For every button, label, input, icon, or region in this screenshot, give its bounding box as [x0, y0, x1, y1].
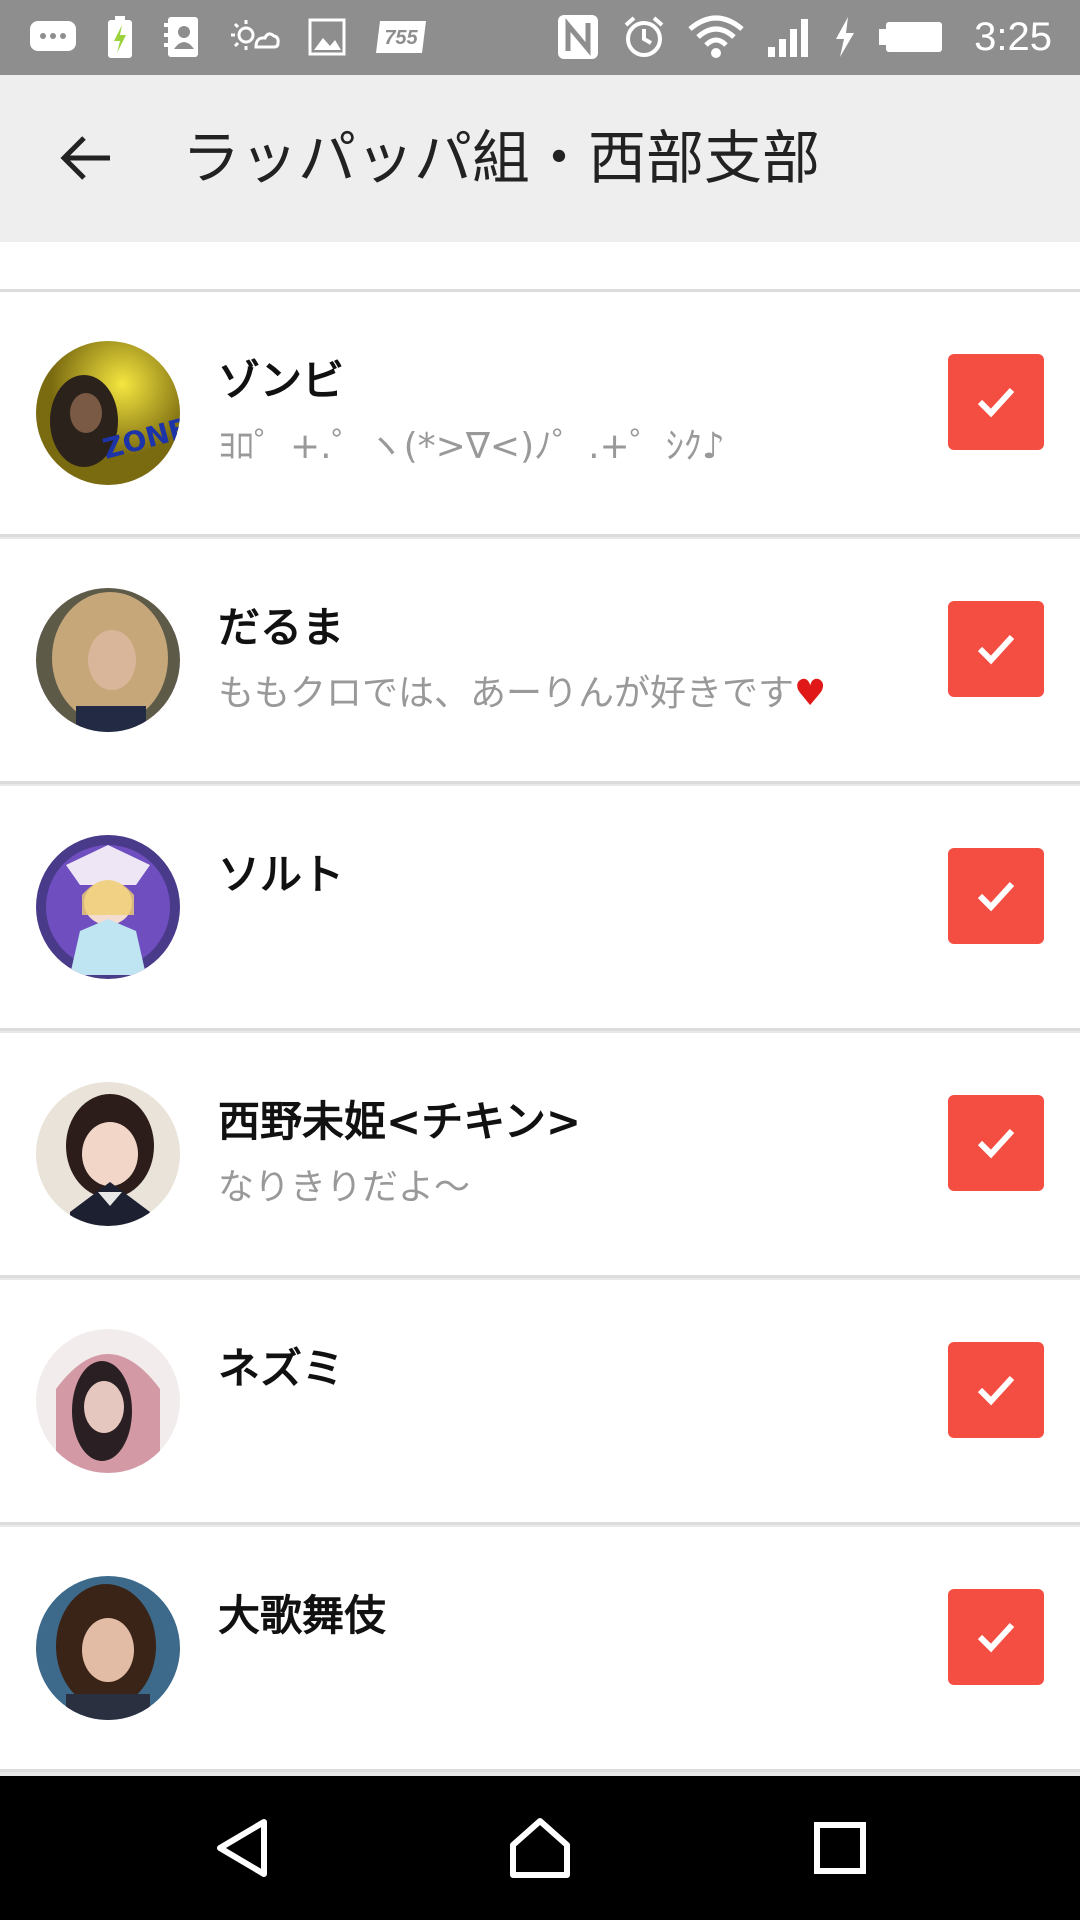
member-checkbox[interactable] [948, 1342, 1044, 1438]
member-checkbox[interactable] [948, 1095, 1044, 1191]
avatar: ZONBI [36, 341, 180, 485]
avatar [36, 1329, 180, 1473]
member-status: なりきりだよ〜 [218, 1167, 471, 1208]
contacts-icon [162, 15, 202, 59]
nfc-icon [556, 13, 600, 61]
member-name: ゾンビ [218, 356, 345, 405]
message-icon [28, 17, 78, 57]
check-icon [977, 881, 1015, 912]
battery-saver-icon [106, 15, 134, 59]
nav-back-button[interactable] [206, 1812, 278, 1884]
member-status: ﾖﾛ゜+.゜ヽ(*>∇<)ﾉ゜.+゜ｼｸ♪ [218, 426, 725, 467]
arrow-left-icon [60, 136, 110, 180]
check-icon [977, 634, 1015, 665]
heart-icon: ♥ [794, 673, 827, 714]
weather-icon [230, 17, 280, 57]
member-checkbox[interactable] [948, 354, 1044, 450]
battery-icon [878, 20, 944, 54]
app-badge-icon: 755 [374, 17, 428, 57]
home-icon [510, 1818, 570, 1878]
charging-icon [832, 15, 856, 59]
image-icon [308, 18, 346, 56]
member-checkbox[interactable] [948, 1589, 1044, 1685]
member-checkbox[interactable] [948, 601, 1044, 697]
member-row[interactable]: だるま ももクロでは、あーりんが好きです♥ [0, 539, 1080, 784]
recents-icon [814, 1822, 866, 1874]
member-row[interactable]: ソルト [0, 786, 1080, 1031]
member-name: 西野未姫<チキン> [218, 1097, 582, 1146]
avatar [36, 835, 180, 979]
member-row[interactable]: ネズミ [0, 1280, 1080, 1525]
back-button[interactable] [52, 125, 118, 191]
member-row[interactable]: 西野未姫<チキン> なりきりだよ〜 [0, 1033, 1080, 1278]
clock: 3:25 [974, 14, 1052, 59]
avatar [36, 1082, 180, 1226]
member-row[interactable]: 大歌舞伎 [0, 1527, 1080, 1772]
check-icon [977, 387, 1015, 418]
check-icon [977, 1375, 1015, 1406]
list-top-spacer [0, 242, 1080, 292]
status-bar-left: 755 [28, 12, 428, 62]
wifi-icon [688, 15, 744, 59]
check-icon [977, 1622, 1015, 1653]
status-bar: 755 3:25 [0, 0, 1080, 75]
member-list[interactable]: ZONBI ゾンビ ﾖﾛ゜+.゜ヽ(*>∇<)ﾉ゜.+゜ｼｸ♪ だるま ももクロ… [0, 242, 1080, 1776]
app-badge-text: 755 [384, 27, 418, 49]
member-checkbox[interactable] [948, 848, 1044, 944]
check-icon [977, 1128, 1015, 1159]
app-bar: ラッパッパ組・西部支部 [0, 75, 1080, 242]
nav-recents-button[interactable] [804, 1812, 876, 1884]
member-status-text: ももクロでは、あーりんが好きです [218, 673, 795, 714]
back-triangle-icon [217, 1819, 267, 1877]
member-name: だるま [218, 603, 345, 652]
status-bar-right: 3:25 [556, 12, 1052, 62]
member-name: ネズミ [218, 1344, 345, 1393]
avatar [36, 1576, 180, 1720]
nav-home-button[interactable] [504, 1812, 576, 1884]
avatar [36, 588, 180, 732]
member-row[interactable]: ZONBI ゾンビ ﾖﾛ゜+.゜ヽ(*>∇<)ﾉ゜.+゜ｼｸ♪ [0, 292, 1080, 537]
signal-icon [766, 15, 810, 59]
page-title: ラッパッパ組・西部支部 [182, 124, 821, 192]
navigation-bar [0, 1776, 1080, 1920]
alarm-icon [622, 15, 666, 59]
member-status: ももクロでは、あーりんが好きです♥ [218, 664, 826, 716]
member-name: 大歌舞伎 [218, 1591, 387, 1640]
member-name: ソルト [218, 850, 345, 899]
